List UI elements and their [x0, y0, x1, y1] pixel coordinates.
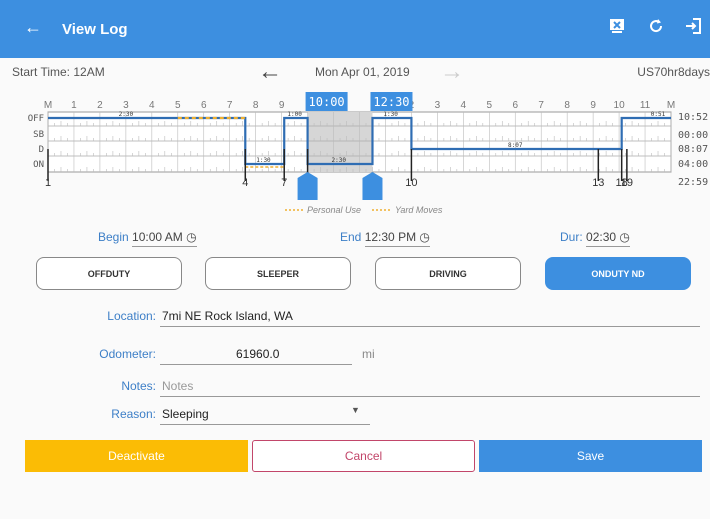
begin-field[interactable]: Begin 10:00 AM ◷: [98, 230, 197, 247]
clock-icon: ◷: [186, 230, 197, 244]
dropdown-arrow-icon[interactable]: ▼: [351, 405, 360, 415]
hour-label: 6: [512, 100, 518, 111]
clock-icon: ◷: [619, 230, 630, 244]
ruleset: US70hr8days: [637, 65, 710, 79]
event-marker-label: 10: [405, 177, 417, 189]
hour-label: M: [44, 100, 52, 111]
offduty-button[interactable]: OFFDUTY: [36, 257, 182, 290]
odometer-input[interactable]: 61960.0: [236, 347, 279, 361]
segment-duration: 1:30: [383, 111, 398, 118]
row-total: 08:07: [678, 144, 708, 155]
cancel-button[interactable]: Cancel: [252, 440, 475, 472]
hour-label: 4: [461, 100, 467, 111]
hour-label: 5: [487, 100, 493, 111]
segment-duration: 2:30: [332, 157, 347, 164]
log-graph[interactable]: M123456789111234567891011MOFFSBDON10:520…: [0, 86, 710, 218]
back-arrow-icon[interactable]: ←: [24, 17, 42, 38]
reason-select[interactable]: Sleeping: [162, 407, 209, 421]
row-total: 04:00: [678, 159, 708, 170]
dur-value[interactable]: 02:30 ◷: [586, 230, 630, 247]
hour-label: 7: [227, 100, 233, 111]
selection-handle-icon: [362, 172, 383, 200]
notes-underline: [160, 396, 700, 397]
notes-input[interactable]: Notes: [162, 379, 193, 393]
end-value[interactable]: 12:30 PM ◷: [364, 230, 430, 247]
selection-handle-icon: [297, 172, 318, 200]
hour-label: 7: [538, 100, 544, 111]
deactivate-button[interactable]: Deactivate: [25, 440, 248, 472]
location-underline: [160, 326, 700, 327]
app-bar: ← View Log: [0, 0, 710, 58]
odometer-label: Odometer:: [99, 347, 156, 361]
event-marker-label: 1: [45, 177, 51, 189]
segment-duration: 1:00: [287, 111, 302, 118]
prev-day-arrow-icon[interactable]: ←: [258, 58, 282, 86]
odometer-underline: [160, 364, 352, 365]
hour-label: 3: [435, 100, 441, 111]
hour-label: 8: [564, 100, 570, 111]
legend-yard: Yard Moves: [395, 205, 443, 215]
location-input[interactable]: 7mi NE Rock Island, WA: [162, 309, 293, 323]
logout-icon[interactable]: [682, 15, 704, 37]
segment-duration: 1:30: [256, 157, 271, 164]
onduty-nd-button[interactable]: ONDUTY ND: [545, 257, 691, 290]
save-button[interactable]: Save: [479, 440, 702, 472]
reason-label: Reason:: [111, 407, 156, 421]
end-label: End: [340, 230, 362, 244]
event-marker-label: 4: [242, 177, 248, 189]
event-marker-label: 19: [621, 177, 633, 189]
segment-duration: 2:30: [119, 111, 134, 118]
hour-label: 3: [123, 100, 129, 111]
refresh-icon[interactable]: [645, 15, 667, 37]
hour-label: M: [667, 100, 675, 111]
legend-personal: Personal Use: [307, 205, 361, 215]
row-label: D: [39, 145, 44, 155]
clear-icon[interactable]: [606, 15, 628, 37]
row-total: 00:00: [678, 130, 708, 141]
reason-underline: [160, 424, 370, 425]
clock-icon: ◷: [419, 230, 430, 244]
selection-time: 10:00: [309, 95, 345, 109]
row-label: OFF: [28, 114, 44, 124]
dur-field[interactable]: Dur: 02:30 ◷: [560, 230, 630, 247]
log-header: Start Time: 12AM ← Mon Apr 01, 2019 → US…: [0, 58, 710, 86]
end-field[interactable]: End 12:30 PM ◷: [340, 230, 430, 247]
event-marker-label: 13: [592, 177, 604, 189]
page-title: View Log: [62, 21, 128, 38]
next-day-arrow-icon[interactable]: →: [440, 58, 464, 86]
hour-label: 10: [614, 100, 626, 111]
sleeper-button[interactable]: SLEEPER: [205, 257, 351, 290]
hour-label: 8: [253, 100, 259, 111]
row-label: SB: [33, 130, 44, 140]
log-date: Mon Apr 01, 2019: [315, 65, 410, 79]
selection-time: 12:30: [373, 95, 409, 109]
notes-label: Notes:: [121, 379, 156, 393]
hour-label: 9: [590, 100, 596, 111]
hour-label: 5: [175, 100, 181, 111]
segment-duration: 0:51: [651, 111, 666, 118]
odometer-unit: mi: [362, 347, 375, 361]
hour-label: 4: [149, 100, 155, 111]
location-label: Location:: [107, 309, 156, 323]
begin-label: Begin: [98, 230, 129, 244]
hour-label: 9: [279, 100, 285, 111]
event-marker-label: 7: [281, 177, 287, 189]
start-time: Start Time: 12AM: [12, 65, 105, 79]
dur-label: Dur:: [560, 230, 583, 244]
hour-label: 2: [97, 100, 103, 111]
segment-duration: 8:07: [508, 142, 523, 149]
hour-label: 11: [640, 100, 651, 111]
row-total: 10:52: [678, 112, 708, 123]
hour-label: 6: [201, 100, 207, 111]
row-total: 22:59: [678, 177, 708, 188]
row-label: ON: [33, 160, 44, 170]
hour-label: 1: [71, 100, 77, 111]
driving-button[interactable]: DRIVING: [375, 257, 521, 290]
begin-value[interactable]: 10:00 AM ◷: [132, 230, 197, 247]
